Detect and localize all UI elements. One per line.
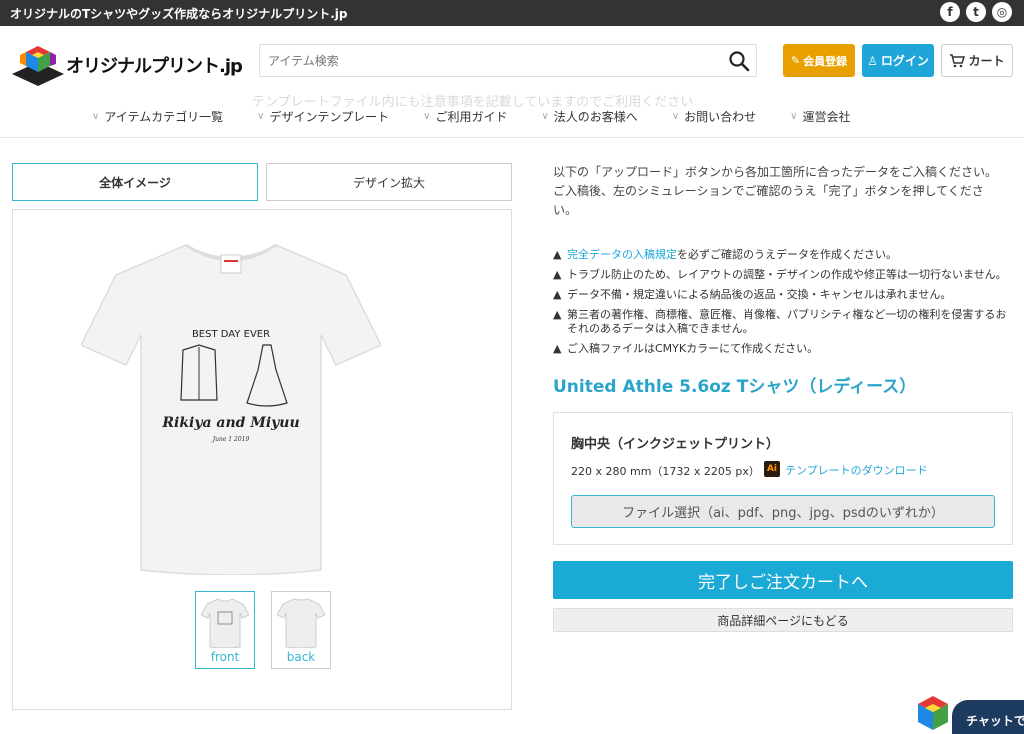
site-tagline: オリジナルのTシャツやグッズ作成ならオリジナルプリント.jp (10, 7, 348, 21)
chat-cube-icon (918, 696, 948, 730)
tab-design-zoom[interactable]: デザイン拡大 (266, 163, 512, 201)
back-to-product-button[interactable]: 商品詳細ページにもどる (553, 608, 1013, 632)
chat-widget[interactable]: チャットで (910, 694, 1024, 734)
tshirt-front-thumb-image (201, 598, 249, 648)
nav-label: デザインテンプレート (269, 110, 390, 124)
upload-notes: ▲ 完全データの入稿規定を必ずご確認のうえデータを作成ください。 ▲ トラブル防止の… (553, 248, 1008, 362)
cart-icon (950, 53, 966, 67)
design-date: June 1 2019 (211, 436, 250, 443)
search-box (259, 44, 757, 77)
warning-icon: ▲ (553, 248, 562, 261)
template-download-link[interactable]: テンプレートのダウンロード (785, 462, 928, 478)
login-button[interactable]: ♙ ログイン (862, 44, 934, 77)
design-names: Rikiya and Miyuu (161, 415, 299, 431)
thumb-front-label: front (210, 650, 240, 664)
nav-item-company[interactable]: ∨ 運営会社 (790, 108, 850, 125)
product-title: United Athle 5.6oz Tシャツ（レディース） (553, 377, 917, 397)
shirt-preview: BEST DAY EVER Rikiya and Miyuu June 1 20… (12, 209, 512, 710)
login-label: ログイン (880, 54, 929, 68)
instruction-line: ご入稿後、左のシミュレーションでご確認のうえ「完了」ボタンを押してください。 (553, 184, 984, 217)
note-item: ▲ トラブル防止のため、レイアウトの調整・デザインの作成や修正等は一切行ないません… (553, 268, 1008, 282)
pencil-icon: ✎ (790, 54, 801, 67)
register-label: 会員登録 (803, 54, 848, 68)
note-text: トラブル防止のため、レイアウトの調整・デザインの作成や修正等は一切行ないません。 (567, 268, 1007, 281)
site-logo[interactable]: オリジナルプリント.jp (12, 44, 243, 86)
note-item: ▲ データ不備・規定違いによる納品後の返品・交換・キャンセルは承れません。 (553, 288, 1008, 302)
nav-item-corporate[interactable]: ∨ 法人のお客様へ (541, 108, 637, 125)
thumbnail-front[interactable]: front (195, 591, 255, 669)
nav-item-guide[interactable]: ∨ ご利用ガイド (423, 108, 507, 125)
main-nav: ∨ アイテムカテゴリ一覧 ∨ デザインテンプレート ∨ ご利用ガイド ∨ 法人のお客様へ… (92, 108, 851, 125)
nav-label: 法人のお客様へ (553, 110, 638, 124)
warning-icon: ▲ (553, 308, 562, 321)
chevron-down-icon: ∨ (257, 111, 265, 122)
print-size: 220 x 280 mm（1732 x 2205 px） (571, 465, 760, 478)
file-select-button[interactable]: ファイル選択（ai、pdf、png、jpg、psdのいずれか） (571, 495, 995, 528)
nav-item-contact[interactable]: ∨ お問い合わせ (672, 108, 756, 125)
instagram-icon[interactable]: ◎ (992, 2, 1012, 22)
warning-icon: ▲ (553, 288, 562, 301)
search-icon[interactable] (728, 50, 750, 72)
tshirt-back-thumb-image (277, 598, 325, 648)
top-bar: オリジナルのTシャツやグッズ作成ならオリジナルプリント.jp f t ◎ (0, 0, 1024, 26)
chevron-down-icon: ∨ (92, 111, 100, 122)
search-input[interactable] (260, 45, 720, 76)
chat-label: チャットで (952, 700, 1024, 734)
tshirt-front-image: BEST DAY EVER Rikiya and Miyuu June 1 20… (81, 243, 381, 575)
complete-order-button[interactable]: 完了しご注文カートへ (553, 561, 1013, 599)
cart-button[interactable]: カート (941, 44, 1013, 77)
social-links: f t ◎ (940, 2, 1012, 22)
note-item: ▲ 第三者の著作権、商標権、意匠権、肖像権、パブリシティ権など一切の権利を侵害する… (553, 308, 1008, 336)
upload-instructions: 以下の「アップロード」ボタンから各加工箇所に合ったデータをご入稿ください。 ご入… (553, 163, 1003, 220)
view-tabs: 全体イメージ デザイン拡大 (12, 163, 512, 201)
header: オリジナルプリント.jp テンプレートファイル内にも注意事項を記載していますので… (0, 26, 1024, 138)
twitter-icon[interactable]: t (966, 2, 986, 22)
thumb-back-label: back (286, 650, 316, 664)
note-text: 第三者の著作権、商標権、意匠権、肖像権、パブリシティ権など一切の権利を侵害するお… (567, 308, 1007, 335)
note-text: ご入稿ファイルはCMYKカラーにて作成ください。 (567, 342, 819, 355)
submission-rules-link[interactable]: 完全データの入稿規定 (567, 248, 677, 261)
thumbnail-back[interactable]: back (271, 591, 331, 669)
instruction-line: 以下の「アップロード」ボタンから各加工箇所に合ったデータをご入稿ください。 (553, 165, 998, 179)
logo-cube-icon (12, 46, 64, 86)
tab-full-image[interactable]: 全体イメージ (12, 163, 258, 201)
nav-label: 運営会社 (802, 110, 851, 124)
warning-icon: ▲ (553, 268, 562, 281)
nav-label: お問い合わせ (684, 110, 757, 124)
chevron-down-icon: ∨ (541, 111, 549, 122)
nav-item-categories[interactable]: ∨ アイテムカテゴリ一覧 (92, 108, 223, 125)
chevron-down-icon: ∨ (423, 111, 431, 122)
register-button[interactable]: ✎ 会員登録 (783, 44, 855, 77)
warning-icon: ▲ (553, 342, 562, 355)
facebook-icon[interactable]: f (940, 2, 960, 22)
chevron-down-icon: ∨ (790, 111, 798, 122)
nav-label: ご利用ガイド (435, 110, 508, 124)
print-area-panel: 胸中央（インクジェットプリント） 220 x 280 mm（1732 x 220… (553, 412, 1013, 545)
design-heading: BEST DAY EVER (192, 329, 270, 340)
note-text: データ不備・規定違いによる納品後の返品・交換・キャンセルは承れません。 (567, 288, 952, 301)
print-position: 胸中央（インクジェットプリント） (571, 437, 780, 452)
chevron-down-icon: ∨ (671, 111, 680, 122)
note-item: ▲ 完全データの入稿規定を必ずご確認のうえデータを作成ください。 (553, 248, 1008, 262)
note-text: を必ずご確認のうえデータを作成ください。 (677, 248, 897, 261)
nav-label: アイテムカテゴリ一覧 (104, 110, 224, 124)
logo-text: オリジナルプリント.jp (66, 56, 243, 77)
nav-item-templates[interactable]: ∨ デザインテンプレート (257, 108, 389, 125)
illustrator-icon: Ai (764, 461, 780, 477)
user-icon: ♙ (867, 53, 878, 68)
cart-label: カート (968, 54, 1005, 68)
note-item: ▲ ご入稿ファイルはCMYKカラーにて作成ください。 (553, 342, 1008, 356)
